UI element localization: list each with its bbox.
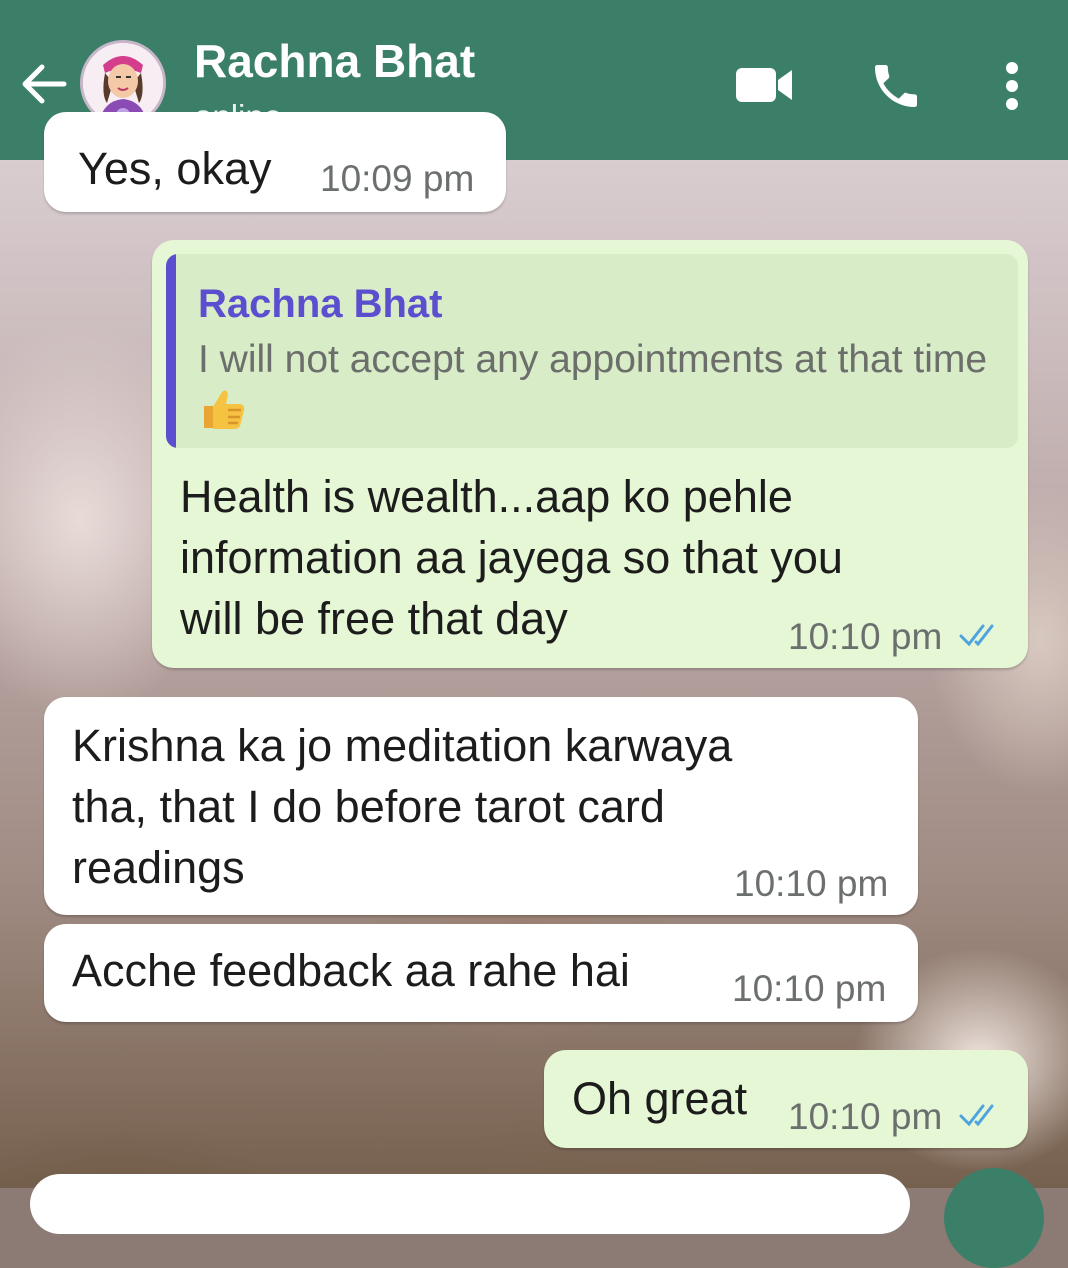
message-text: Oh great: [572, 1073, 748, 1124]
thumbs-up-emoji: [204, 390, 245, 429]
message-time: 10:10 pm: [734, 863, 889, 904]
quote-accent-bar: [166, 254, 176, 448]
send-button[interactable]: [944, 1168, 1044, 1268]
quoted-text-content: I will not accept any appointments at th…: [198, 338, 988, 381]
back-button[interactable]: [18, 58, 70, 110]
message-time: 10:10 pm: [788, 616, 943, 657]
message-bubble-incoming[interactable]: Acche feedback aa rahe hai 10:10 pm: [44, 924, 918, 1022]
message-bubble-incoming[interactable]: Yes, okay 10:09 pm: [44, 112, 506, 212]
video-camera-icon: [736, 68, 792, 102]
avatar-image: [83, 43, 163, 123]
message-text: Health is wealth...aap ko pehle informat…: [180, 471, 843, 644]
quoted-author: Rachna Bhat: [198, 282, 443, 326]
message-bubble-incoming[interactable]: Krishna ka jo meditation karwaya tha, th…: [44, 697, 918, 915]
message-time: 10:10 pm: [788, 1096, 943, 1137]
more-options-button[interactable]: [996, 56, 1028, 116]
video-call-button[interactable]: [734, 62, 796, 108]
message-bubble-outgoing[interactable]: Oh great 10:10 pm: [544, 1050, 1028, 1148]
contact-name[interactable]: Rachna Bhat: [194, 34, 475, 88]
phone-icon: [875, 65, 917, 107]
quoted-text: I will not accept any appointments at th…: [198, 334, 998, 438]
quoted-message[interactable]: Rachna Bhat I will not accept any appoin…: [166, 254, 1018, 448]
voice-call-button[interactable]: [868, 58, 924, 114]
more-vertical-icon: [1006, 62, 1018, 110]
double-check-icon: [959, 1104, 994, 1127]
message-text: Krishna ka jo meditation karwaya tha, th…: [72, 720, 733, 893]
message-time: 10:10 pm: [732, 968, 887, 1009]
message-input-bar[interactable]: [30, 1174, 910, 1234]
message-text: Acche feedback aa rahe hai: [72, 945, 630, 996]
arrow-left-icon: [22, 64, 67, 104]
message-time: 10:09 pm: [320, 158, 475, 199]
double-check-icon: [959, 624, 994, 647]
message-bubble-outgoing[interactable]: Rachna Bhat I will not accept any appoin…: [152, 240, 1028, 668]
message-text: Yes, okay: [78, 143, 272, 194]
